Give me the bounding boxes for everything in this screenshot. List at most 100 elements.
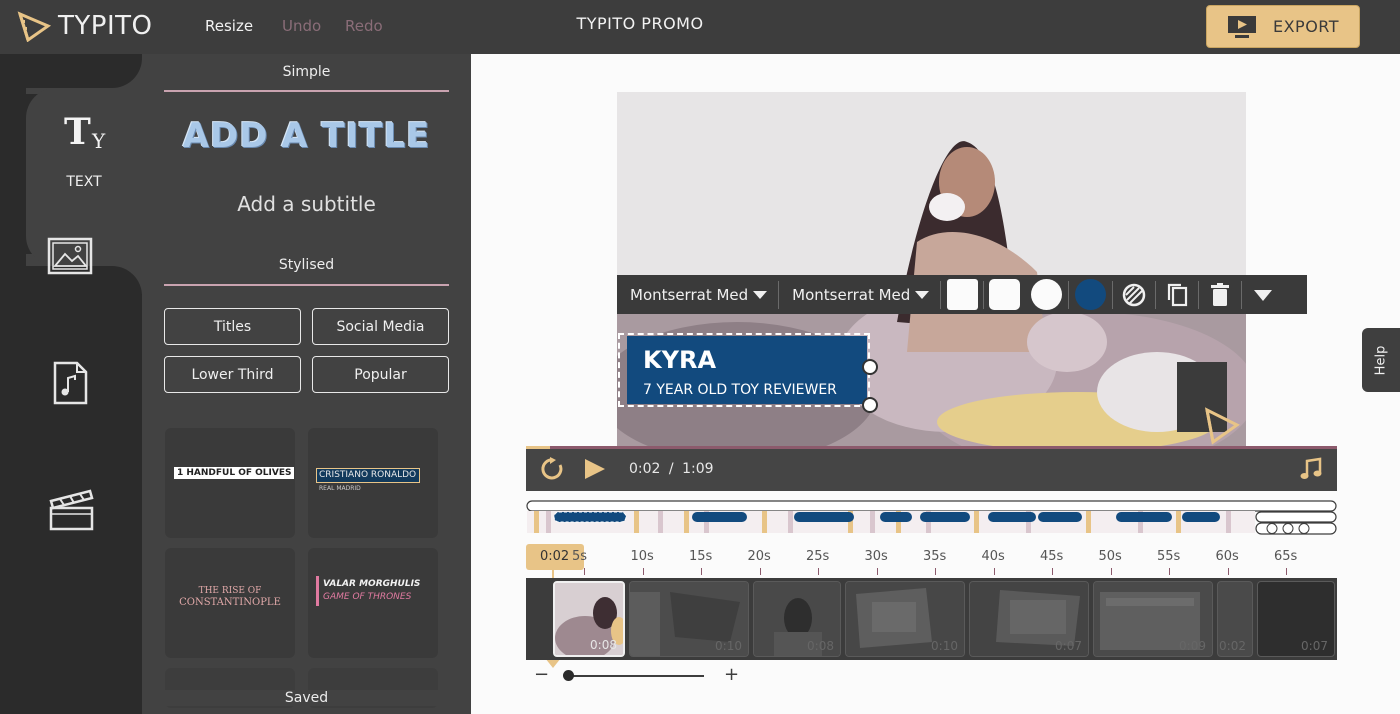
- ruler-tick-label: 10s: [630, 549, 654, 564]
- ruler-tick-label: 45s: [1040, 549, 1064, 564]
- stylised-divider: [164, 284, 449, 286]
- clip-thumbnail[interactable]: 0:10: [629, 581, 749, 657]
- clip-strip: 0:08 0:10 0:08 0:10 0:07 0:09 0:02 0:07: [526, 578, 1337, 660]
- svg-text:T: T: [64, 111, 91, 153]
- undo-button[interactable]: Undo: [282, 17, 321, 35]
- category-social-media-button[interactable]: Social Media: [312, 308, 449, 345]
- music-note-icon[interactable]: [1299, 457, 1323, 486]
- template-thumbnail[interactable]: 1 HANDFUL OF OLIVES: [165, 428, 295, 538]
- play-icon[interactable]: [583, 457, 607, 486]
- export-button[interactable]: EXPORT: [1206, 5, 1360, 48]
- add-title-preset[interactable]: ADD A TITLE: [164, 116, 449, 156]
- category-popular-button[interactable]: Popular: [312, 356, 449, 393]
- ruler-tick-mark: [584, 568, 585, 575]
- clip-thumbnail[interactable]: 0:08: [553, 581, 625, 657]
- template-text: VALAR MORGHULIS: [323, 579, 421, 589]
- overview-timeline[interactable]: [526, 500, 1337, 536]
- font-dropdown[interactable]: Montserrat Med: [617, 275, 778, 314]
- clip-thumbnail[interactable]: 0:09: [1093, 581, 1213, 657]
- total-duration: 1:09: [682, 461, 714, 477]
- time-separator: /: [668, 461, 674, 477]
- app-logo[interactable]: TYPITO: [16, 10, 152, 42]
- ruler-tick-label: 60s: [1215, 549, 1239, 564]
- category-lower-third-button[interactable]: Lower Third: [164, 356, 301, 393]
- stylised-heading: Stylised: [278, 257, 335, 273]
- style-rounded-button[interactable]: [989, 279, 1021, 310]
- resize-handle[interactable]: [862, 397, 878, 413]
- lower-third-text-element[interactable]: KYRA 7 YEAR OLD TOY REVIEWER: [618, 333, 878, 413]
- clip-thumbnail[interactable]: 0:02: [1217, 581, 1253, 657]
- template-text: CRISTIANO RONALDO: [319, 470, 417, 480]
- more-options-icon[interactable]: [1242, 275, 1284, 314]
- zoom-out-button[interactable]: −: [534, 664, 549, 685]
- svg-text:Y: Y: [91, 129, 106, 153]
- simple-heading: Simple: [282, 64, 331, 80]
- ruler-tick-label: 20s: [747, 549, 771, 564]
- saved-tab[interactable]: Saved: [142, 690, 471, 706]
- template-subtext: REAL MADRID: [319, 485, 361, 492]
- playhead-label: 0:02: [540, 549, 570, 564]
- replay-icon[interactable]: [540, 456, 566, 487]
- ruler-tick-label: 30s: [864, 549, 888, 564]
- export-label: EXPORT: [1272, 17, 1340, 36]
- category-titles-button[interactable]: Titles: [164, 308, 301, 345]
- current-time: 0:02: [629, 461, 661, 477]
- text-toolbar: Montserrat Med Montserrat Med: [617, 275, 1307, 314]
- template-text: CONSTANTINOPLE: [179, 597, 281, 608]
- ruler-tick-label: 50s: [1098, 549, 1122, 564]
- clip-thumbnail[interactable]: 0:08: [753, 581, 841, 657]
- zoom-control: − +: [534, 664, 744, 688]
- zoom-slider-thumb[interactable]: [563, 670, 574, 681]
- opacity-icon[interactable]: [1113, 275, 1155, 314]
- ruler-tick-mark: [993, 568, 995, 575]
- duplicate-icon[interactable]: [1156, 275, 1198, 314]
- ruler-tick-mark: [1052, 568, 1053, 575]
- ruler-tick-mark: [642, 568, 644, 575]
- font-dropdown-value: Montserrat Med: [630, 285, 749, 304]
- font-dropdown-secondary-value: Montserrat Med: [792, 285, 911, 304]
- clip-thumbnail[interactable]: 0:07: [1257, 581, 1335, 657]
- ruler-tick-mark: [1169, 568, 1170, 575]
- template-thumbnail[interactable]: THE RISE OF CONSTANTINOPLE: [165, 548, 295, 658]
- ruler-tick-mark: [759, 568, 761, 575]
- template-text: THE RISE OF: [198, 586, 262, 596]
- player-controls: 0:02 / 1:09: [526, 446, 1337, 491]
- resize-handle[interactable]: [862, 359, 878, 375]
- resize-button[interactable]: Resize: [205, 17, 253, 35]
- ruler-tick-mark: [1286, 568, 1287, 575]
- add-subtitle-preset[interactable]: Add a subtitle: [164, 192, 449, 216]
- seek-track[interactable]: [526, 446, 1337, 449]
- text-panel: Simple ADD A TITLE Add a subtitle Stylis…: [142, 54, 471, 714]
- ruler-tick-label: 35s: [923, 549, 947, 564]
- delete-icon[interactable]: [1199, 275, 1241, 314]
- help-label: Help: [1373, 345, 1389, 375]
- zoom-slider-track[interactable]: [564, 675, 704, 677]
- color-swatch-button[interactable]: [1075, 279, 1107, 310]
- rail-text-label: TEXT: [66, 174, 102, 190]
- redo-button[interactable]: Redo: [345, 17, 383, 35]
- clip-duration: 0:07: [1301, 639, 1328, 653]
- logo-film-icon: [17, 11, 52, 42]
- ruler-tick-label: 40s: [981, 549, 1005, 564]
- clapperboard-icon[interactable]: [47, 486, 95, 532]
- zoom-in-button[interactable]: +: [724, 664, 739, 685]
- chevron-down-icon: [753, 290, 768, 299]
- ruler-tick-mark: [701, 568, 702, 575]
- help-tab[interactable]: Help: [1362, 328, 1400, 392]
- music-file-icon[interactable]: [50, 360, 90, 406]
- image-icon[interactable]: [46, 236, 94, 276]
- template-thumbnail[interactable]: CRISTIANO RONALDO REAL MADRID: [308, 428, 438, 538]
- template-thumbnail[interactable]: VALAR MORGHULIS GAME OF THRONES: [308, 548, 438, 658]
- ruler-tick-mark: [818, 568, 819, 575]
- project-title[interactable]: TYPITO PROMO: [576, 14, 703, 33]
- ruler-tick-mark: [935, 568, 936, 575]
- style-square-button[interactable]: [947, 279, 979, 310]
- clip-thumbnail[interactable]: 0:07: [969, 581, 1089, 657]
- clip-duration: 0:02: [1219, 639, 1246, 653]
- clip-duration: 0:10: [715, 639, 742, 653]
- clip-thumbnail[interactable]: 0:10: [845, 581, 965, 657]
- style-circle-button[interactable]: [1031, 279, 1063, 310]
- font-dropdown-secondary[interactable]: Montserrat Med: [779, 275, 940, 314]
- time-ruler[interactable]: 0:02 5s 10s 15s 20s 25s 30s 35s 40s 45s 50s 55s 60s…: [526, 544, 1337, 576]
- ruler-tick-mark: [876, 568, 878, 575]
